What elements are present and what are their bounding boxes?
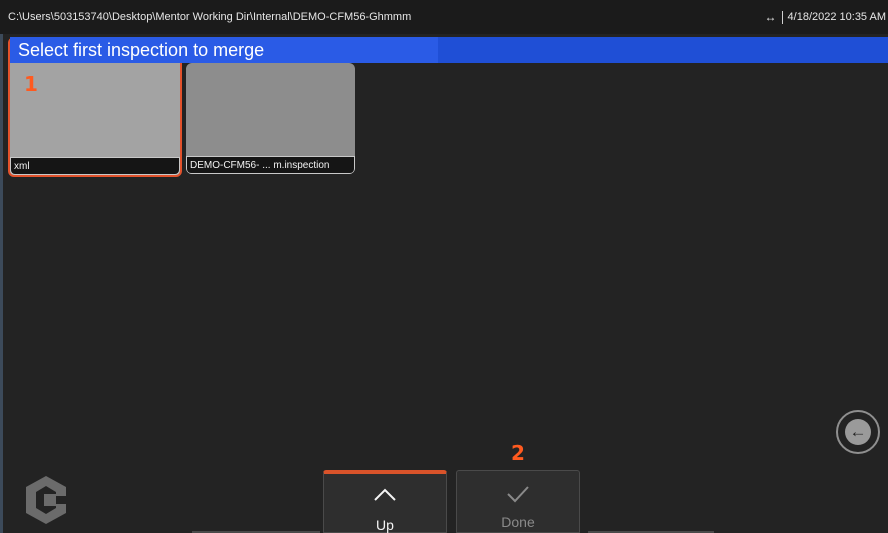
back-arrow-icon: ← — [845, 419, 871, 445]
callout-marker-1: 1 — [24, 72, 38, 96]
prompt-banner: Select first inspection to merge — [10, 37, 888, 63]
done-label: Done — [501, 514, 535, 530]
chevron-up-icon — [324, 488, 446, 507]
callout-marker-2: 2 — [511, 441, 525, 465]
connection-icon: ↔ — [764, 10, 777, 24]
back-button[interactable]: ← — [836, 410, 880, 454]
date-time: 4/18/2022 10:35 AM — [787, 11, 886, 23]
file-caption: DEMO-CFM56- ... m.inspection — [186, 156, 355, 174]
current-path: C:\Users\503153740\Desktop\Mentor Workin… — [8, 11, 412, 23]
up-button[interactable]: Up — [323, 470, 447, 533]
file-browser-screen: C:\Users\503153740\Desktop\Mentor Workin… — [0, 0, 888, 533]
prompt-text: Select first inspection to merge — [18, 40, 265, 60]
brand-logo — [26, 476, 66, 524]
checkmark-icon — [457, 485, 579, 508]
file-thumbnail-inspection[interactable]: DEMO-CFM56- ... m.inspection — [186, 63, 355, 174]
status-right-group: ↔ 4/18/2022 10:35 AM — [765, 10, 886, 24]
up-label: Up — [376, 517, 394, 533]
done-button[interactable]: Done — [456, 470, 580, 533]
status-divider — [781, 10, 783, 24]
left-edge-accent — [0, 0, 3, 533]
status-bar: C:\Users\503153740\Desktop\Mentor Workin… — [0, 0, 888, 34]
file-caption: xml — [10, 157, 180, 175]
